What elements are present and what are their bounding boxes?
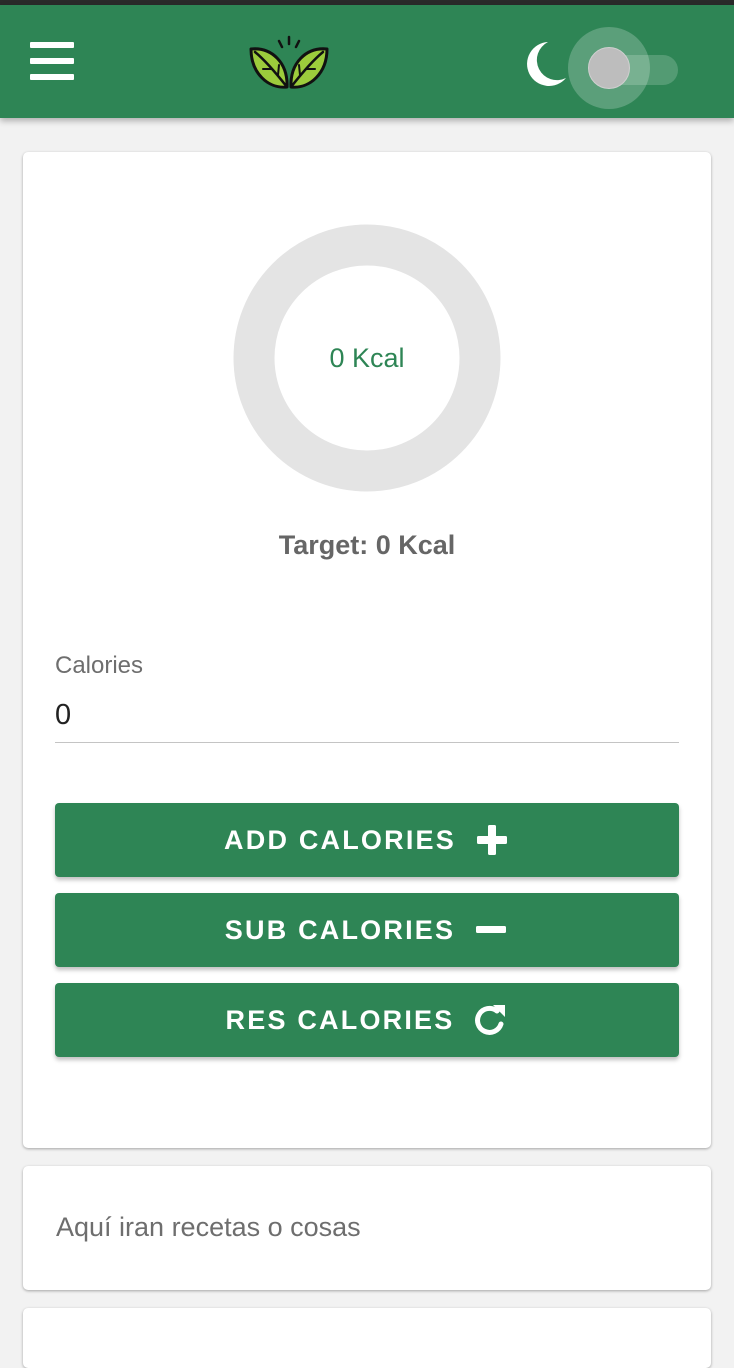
target-calories-label: Target: 0 Kcal bbox=[278, 530, 456, 560]
calories-input[interactable] bbox=[55, 690, 679, 740]
leaf-logo-icon bbox=[249, 35, 329, 89]
calories-field: Calories bbox=[55, 652, 679, 744]
reset-calories-button[interactable]: RES CALORIES bbox=[55, 983, 679, 1057]
recipes-card: Aquí iran recetas o cosas bbox=[23, 1166, 711, 1290]
calories-field-label: Calories bbox=[55, 652, 144, 679]
recipes-placeholder-text: Aquí iran recetas o cosas bbox=[56, 1212, 361, 1242]
plus-icon bbox=[476, 825, 507, 855]
sub-calories-button[interactable]: SUB CALORIES bbox=[55, 893, 679, 967]
sub-calories-label: SUB CALORIES bbox=[224, 914, 456, 945]
calorie-progress-ring: 0 Kcal bbox=[233, 224, 501, 492]
reset-calories-label: RES CALORIES bbox=[225, 1004, 455, 1035]
toggle-thumb bbox=[588, 47, 630, 89]
minus-icon bbox=[476, 926, 507, 933]
next-card bbox=[23, 1308, 711, 1368]
hamburger-menu-icon[interactable] bbox=[30, 42, 76, 86]
calorie-tracker-card: 0 Kcal Target: 0 Kcal Calories ADD CALOR… bbox=[23, 152, 711, 1148]
add-calories-button[interactable]: ADD CALORIES bbox=[55, 803, 679, 877]
calories-input-underline bbox=[55, 742, 679, 743]
add-calories-label: ADD CALORIES bbox=[224, 824, 456, 855]
moon-icon bbox=[527, 42, 566, 86]
consumed-calories-label: 0 Kcal bbox=[329, 343, 405, 373]
dark-mode-toggle[interactable] bbox=[566, 27, 684, 109]
app-bar bbox=[0, 5, 734, 118]
refresh-icon bbox=[475, 1005, 506, 1035]
